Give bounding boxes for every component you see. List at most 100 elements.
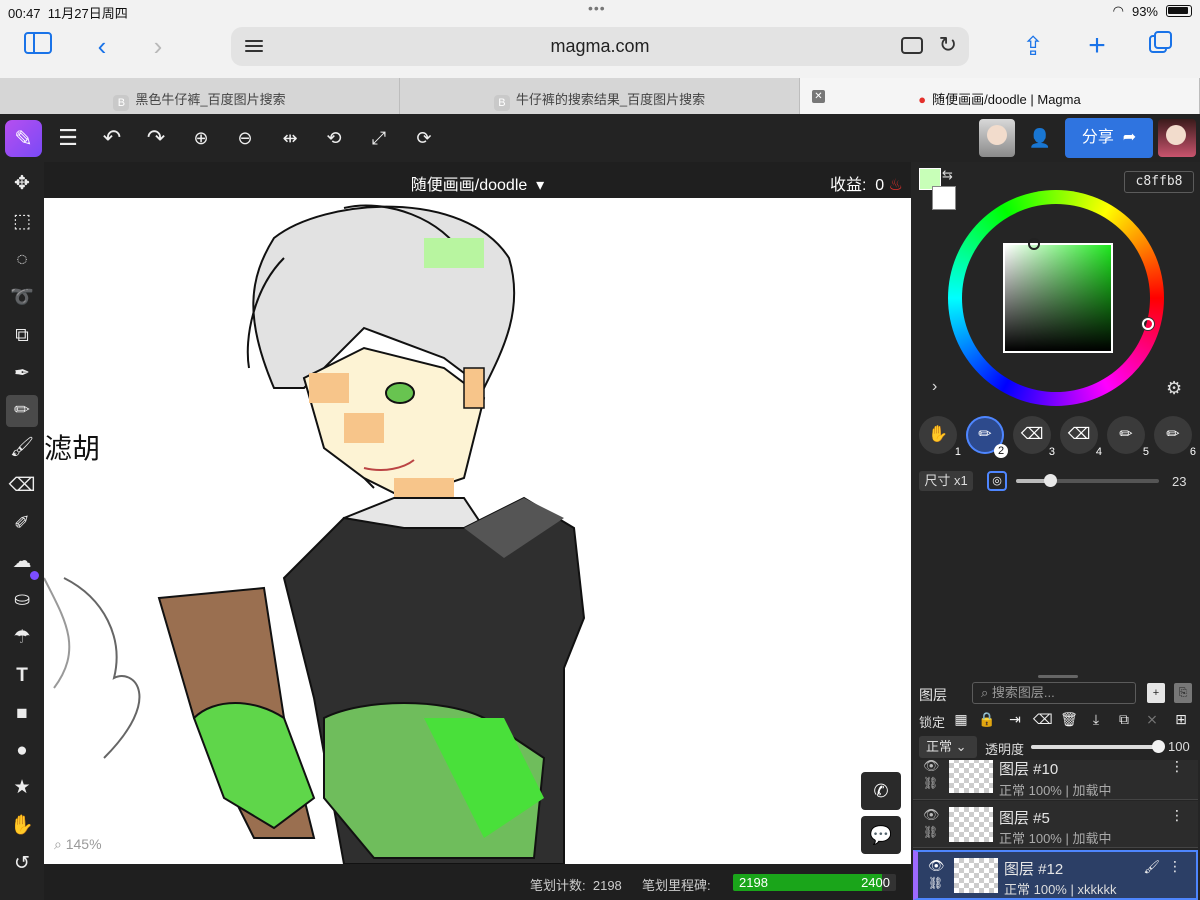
hand-blur-icon[interactable]: ☂	[6, 622, 38, 654]
saturation-value-square[interactable]	[1003, 243, 1113, 353]
sidebar-icon[interactable]	[22, 30, 54, 62]
share-sheet-icon[interactable]: ⇪	[1017, 30, 1049, 62]
canvas-title[interactable]: 随便画画/doodle ▾	[44, 171, 911, 195]
collaborator-avatar[interactable]	[979, 119, 1015, 157]
paint-bucket-icon[interactable]: ⛀	[6, 584, 38, 616]
layer-name: 图层 #10	[999, 761, 1059, 778]
brush-preset-2[interactable]: ✏ 2	[966, 416, 1008, 458]
hex-color-input[interactable]: c8ffb8	[1124, 171, 1194, 193]
eyedropper-icon[interactable]: ✒	[6, 358, 38, 390]
layer-menu-icon[interactable]: ⋮	[1170, 760, 1184, 775]
undo-icon[interactable]: ↶	[96, 122, 128, 154]
pressure-icon[interactable]: ◎	[987, 471, 1007, 491]
visibility-eye-icon[interactable]: 👁	[923, 760, 940, 774]
brush-preset-3[interactable]: ⌫ 3	[1013, 416, 1055, 458]
rotate-right-icon[interactable]: ⟳	[408, 122, 440, 154]
brush-preset-4[interactable]: ⌫ 4	[1060, 416, 1102, 458]
rectangle-icon[interactable]: ■	[6, 698, 38, 730]
magma-logo[interactable]: ✎	[5, 120, 42, 157]
chat-icon[interactable]: 💬	[861, 816, 901, 854]
brush-preset-1[interactable]: ✋ 1	[919, 416, 961, 458]
lock-icon[interactable]: 🔒	[978, 710, 996, 728]
transform-icon[interactable]: ⧉	[6, 320, 38, 352]
brush-size-label[interactable]: 尺寸 x1	[919, 471, 973, 491]
tab-jeans-results[interactable]: B 牛仔裤的搜索结果_百度图片搜索	[400, 78, 800, 114]
fullscreen-icon[interactable]: ⤢	[363, 122, 395, 154]
baidu-favicon: B	[113, 95, 130, 111]
share-button[interactable]: 分享 ➦	[1065, 118, 1153, 158]
redo-icon[interactable]: ↷	[140, 122, 172, 154]
layer-menu-icon[interactable]: ⋮	[1168, 858, 1182, 875]
zoom-out-icon[interactable]: ⊖	[229, 122, 261, 154]
settings-icon[interactable]: ⚙	[1166, 378, 1182, 399]
add-user-icon[interactable]: 👤	[1024, 122, 1056, 154]
tab-magma[interactable]: ✕ ● 随便画画/doodle | Magma	[800, 78, 1200, 114]
background-color-swatch[interactable]	[932, 186, 956, 210]
expand-color-icon[interactable]: ›	[932, 378, 937, 396]
pencil-icon[interactable]: ✏	[6, 395, 38, 427]
text-tool-icon[interactable]: T	[6, 660, 38, 692]
tabs-overview-icon[interactable]	[1145, 30, 1177, 62]
tab-black-jeans[interactable]: B 黑色牛仔裤_百度图片搜索	[0, 78, 400, 114]
disabled-action-icon[interactable]: ⨯	[1143, 710, 1161, 728]
reload-icon[interactable]: ↻	[939, 32, 957, 58]
panel-resize-handle[interactable]	[1038, 675, 1078, 678]
move-tool-icon[interactable]: ✥	[6, 168, 38, 200]
earnings: 收益: 0 ♨	[829, 177, 903, 194]
layer-link-icon[interactable]: ⛓	[928, 876, 943, 890]
layer-link-icon[interactable]: ⛓	[923, 825, 938, 839]
add-group-icon[interactable]: ⊞	[1172, 710, 1190, 728]
brush-size-slider[interactable]	[1016, 474, 1159, 487]
clip-icon[interactable]: ⇥	[1006, 710, 1024, 728]
user-avatar[interactable]	[1158, 119, 1196, 157]
back-icon[interactable]: ‹	[86, 30, 118, 62]
sv-picker-knob[interactable]	[1028, 238, 1040, 250]
blend-mode-select[interactable]: 正常 ⌄	[919, 736, 977, 758]
url-text[interactable]: magma.com	[231, 36, 969, 57]
forward-icon[interactable]: ›	[142, 30, 174, 62]
clear-layer-icon[interactable]: ⌫	[1033, 710, 1053, 728]
rotate-left-icon[interactable]: ⟲	[318, 122, 350, 154]
copy-layer-icon[interactable]: ⧉	[1115, 710, 1133, 728]
eraser-icon[interactable]: ⌫	[6, 470, 38, 502]
menu-icon[interactable]: ☰	[52, 122, 84, 154]
layer-menu-icon[interactable]: ⋮	[1170, 807, 1184, 824]
circle-icon[interactable]: ●	[6, 735, 38, 767]
layer-row[interactable]: 👁 ⛓ 图层 #5 正常 100% | 加载中 ⋮	[913, 801, 1198, 848]
opacity-slider[interactable]	[1031, 740, 1165, 753]
visibility-eye-icon[interactable]: 👁	[928, 858, 945, 874]
voice-call-icon[interactable]: ✆	[861, 772, 901, 810]
url-bar[interactable]: magma.com ↻	[231, 27, 969, 66]
multitask-dots[interactable]: •••	[588, 0, 606, 16]
duplicate-layer-icon[interactable]: ⎘	[1174, 683, 1192, 703]
brush-icon[interactable]: 🖌	[6, 432, 38, 464]
undo-tool-icon[interactable]: ↺	[6, 848, 38, 880]
merge-down-icon[interactable]: ⤓	[1087, 710, 1105, 728]
extension-icon[interactable]	[901, 37, 923, 54]
layer-row-selected[interactable]: 👁 ⛓ 图层 #12 正常 100% | xkkkkk 🖌 ⋮	[913, 850, 1198, 900]
visibility-eye-icon[interactable]: 👁	[923, 807, 940, 823]
new-tab-icon[interactable]: +	[1081, 30, 1113, 62]
flip-icon[interactable]: ⇹	[274, 122, 306, 154]
new-layer-icon[interactable]: +	[1147, 683, 1165, 703]
drawing-canvas[interactable]: 滤胡	[44, 198, 911, 864]
hand-icon[interactable]: ✋	[6, 810, 38, 842]
zoom-in-icon[interactable]: ⊕	[185, 122, 217, 154]
paint-brush-icon[interactable]: ✐	[6, 508, 38, 540]
layer-link-icon[interactable]: ⛓	[923, 776, 938, 790]
brush-preset-6[interactable]: ✏ 6	[1154, 416, 1196, 458]
hue-picker-knob[interactable]	[1142, 318, 1154, 330]
opacity-value: 100	[1168, 739, 1190, 754]
layer-search-input[interactable]: ⌕ 搜索图层...	[972, 682, 1136, 704]
ellipse-select-icon[interactable]: ◌	[6, 244, 38, 276]
zoom-indicator[interactable]: ⌕ 145%	[54, 836, 102, 853]
rect-select-icon[interactable]: ⬚	[6, 206, 38, 238]
brush-preset-5[interactable]: ✏ 5	[1107, 416, 1149, 458]
delete-layer-icon[interactable]: 🗑	[1060, 710, 1078, 728]
layer-row[interactable]: 👁 ⛓ 图层 #10 正常 100% | 加载中 ⋮	[913, 760, 1198, 800]
lock-transparency-icon[interactable]: ▦	[952, 710, 970, 728]
swap-colors-icon[interactable]: ⇆	[942, 167, 953, 183]
opacity-thumb[interactable]	[1152, 740, 1165, 753]
star-icon[interactable]: ★	[6, 772, 38, 804]
lasso-icon[interactable]: ➰	[6, 282, 38, 314]
